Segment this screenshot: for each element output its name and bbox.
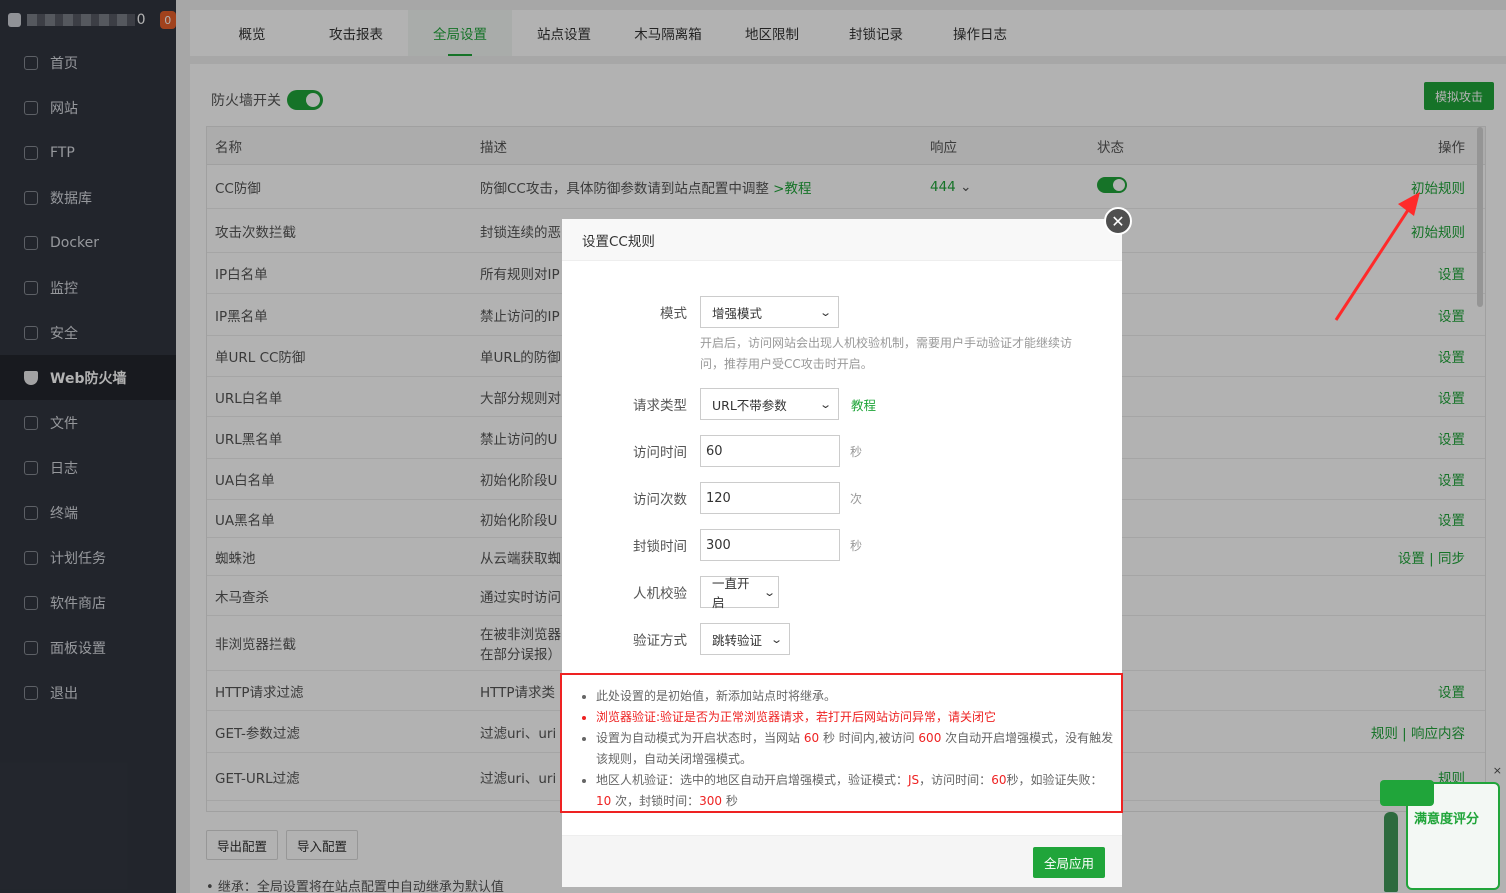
note-text: 地区人机验证：选中的地区自动开启增强模式，验证模式： xyxy=(596,773,909,787)
captcha-value: 一直开启 xyxy=(712,576,750,610)
satisfaction-widget[interactable]: 满意度评分 × xyxy=(1378,760,1506,893)
chevron-down-icon: ⌄ xyxy=(818,397,832,411)
chevron-down-icon: ⌄ xyxy=(762,585,776,599)
request-type-label: 请求类型 xyxy=(633,398,687,414)
captcha-select[interactable]: 一直开启 ⌄ xyxy=(700,576,779,610)
verify-method-label: 验证方式 xyxy=(633,633,687,649)
visit-time-row: 访问时间 60 秒 xyxy=(562,435,1122,467)
verify-method-row: 验证方式 跳转验证 ⌄ xyxy=(562,623,1122,655)
note-value: 60 xyxy=(991,773,1007,787)
widget-close-icon[interactable]: × xyxy=(1493,764,1502,777)
request-type-row: 请求类型 URL不带参数 ⌄ 教程 xyxy=(562,388,1122,420)
note-text: 秒 xyxy=(725,794,738,808)
note-value: 10 xyxy=(596,794,612,808)
visit-count-row: 访问次数 120 次 xyxy=(562,482,1122,514)
person-icon xyxy=(1384,812,1398,892)
mode-label: 模式 xyxy=(660,306,687,322)
block-time-input[interactable]: 300 xyxy=(700,529,840,561)
note-text: 秒 时间内,被访问 xyxy=(822,731,915,745)
request-type-value: URL不带参数 xyxy=(712,397,787,413)
note-value: JS xyxy=(908,773,920,787)
mode-hint: 开启后，访问网站会出现人机校验机制，需要用户手动验证才能继续访问，推荐用户受CC… xyxy=(700,336,1073,371)
block-time-unit: 秒 xyxy=(850,538,863,553)
block-time-label: 封锁时间 xyxy=(633,539,687,555)
cc-rule-dialog: 设置CC规则 模式 增强模式 ⌄ 开启后，访问网站会出现人机校验机制，需要用户手… xyxy=(560,219,1123,887)
block-time-row: 封锁时间 300 秒 xyxy=(562,529,1122,561)
visit-count-label: 访问次数 xyxy=(633,492,687,508)
note-item: 地区人机验证：选中的地区自动开启增强模式，验证模式：JS，访问时间：60秒，如验… xyxy=(596,770,1121,812)
mode-row: 模式 增强模式 ⌄ xyxy=(562,296,1122,328)
note-value: 60 xyxy=(803,731,820,745)
captcha-label: 人机校验 xyxy=(633,586,687,602)
note-item-warning: 浏览器验证:验证是否为正常浏览器请求，若打开后网站访问异常，请关闭它 xyxy=(596,707,1121,728)
visit-count-unit: 次 xyxy=(850,491,863,506)
visit-count-input[interactable]: 120 xyxy=(700,482,840,514)
request-type-select[interactable]: URL不带参数 ⌄ xyxy=(700,388,839,420)
global-apply-button[interactable]: 全局应用 xyxy=(1033,847,1105,878)
notes-box: 此处设置的是初始值，新添加站点时将继承。 浏览器验证:验证是否为正常浏览器请求，… xyxy=(560,673,1123,813)
verify-method-select[interactable]: 跳转验证 ⌄ xyxy=(700,623,790,655)
mode-select[interactable]: 增强模式 ⌄ xyxy=(700,296,839,328)
visit-time-unit: 秒 xyxy=(850,444,863,459)
note-text: ，访问时间： xyxy=(919,773,992,787)
captcha-row: 人机校验 一直开启 ⌄ xyxy=(562,576,1122,610)
note-item: 设置为自动模式为开启状态时，当网站 60 秒 时间内,被访问 600 次自动开启… xyxy=(596,728,1121,770)
verify-method-value: 跳转验证 xyxy=(712,632,763,648)
visit-time-input[interactable]: 60 xyxy=(700,435,840,467)
widget-label: 满意度评分 xyxy=(1414,812,1480,827)
mode-select-value: 增强模式 xyxy=(712,305,763,321)
widget-tab-icon xyxy=(1380,780,1434,806)
chevron-down-icon: ⌄ xyxy=(818,305,832,319)
chevron-down-icon: ⌄ xyxy=(769,632,783,646)
note-item: 此处设置的是初始值，新添加站点时将继承。 xyxy=(596,686,1121,707)
annotation-arrow xyxy=(1334,192,1420,321)
note-value: 600 xyxy=(918,731,942,745)
note-text: 次，封锁时间： xyxy=(615,794,700,808)
note-text: 设置为自动模式为开启状态时，当网站 xyxy=(596,731,801,745)
tutorial-link[interactable]: 教程 xyxy=(851,395,876,414)
note-value: 300 xyxy=(699,794,723,808)
dialog-title: 设置CC规则 xyxy=(562,219,1122,261)
close-icon[interactable]: ✕ xyxy=(1104,207,1132,235)
note-text: 秒，如验证失败： xyxy=(1006,773,1103,787)
visit-time-label: 访问时间 xyxy=(633,445,687,461)
dialog-footer: 全局应用 xyxy=(562,835,1122,887)
